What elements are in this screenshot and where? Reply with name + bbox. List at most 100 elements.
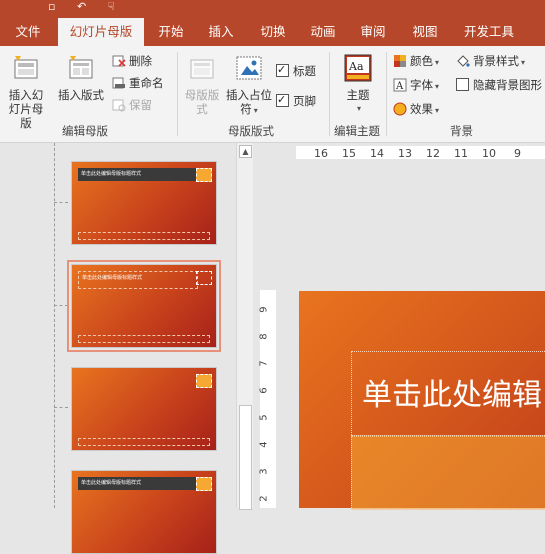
- master-layout-label: 母版版式: [184, 88, 220, 116]
- checkbox-unchecked-icon: [456, 78, 469, 91]
- chevron-down-icon: ▾: [521, 58, 526, 67]
- delete-icon: [112, 55, 126, 67]
- title-placeholder[interactable]: 单击此处编辑: [351, 351, 545, 437]
- ruler-mark: 9: [258, 306, 270, 313]
- rename-icon: [112, 77, 125, 89]
- horizontal-ruler: 16 15 14 13 12 11 10 9: [256, 143, 545, 161]
- group-divider: [177, 52, 178, 136]
- insert-slide-master-label: 插入幻灯片母版: [8, 88, 44, 130]
- thumbnail-footer: [78, 232, 210, 240]
- tab-home[interactable]: 开始: [154, 18, 188, 46]
- fonts-icon: A: [393, 78, 407, 92]
- tab-file[interactable]: 文件: [10, 18, 46, 46]
- insert-layout-icon: [69, 56, 93, 79]
- hierarchy-connector: [54, 143, 55, 508]
- content-placeholder[interactable]: [351, 435, 545, 510]
- thumbnail-caption: 单击此处编辑母版标题样式: [81, 171, 142, 177]
- thumbnail-title-bar: 单击此处编辑母版标题样式: [78, 168, 196, 181]
- slide-thumbnail[interactable]: 单击此处编辑母版标题样式: [71, 470, 217, 554]
- scroll-up-icon[interactable]: ▲: [239, 145, 252, 158]
- delete-label: 删除: [129, 54, 152, 68]
- thumbnail-scrollbar[interactable]: ▲: [236, 143, 253, 510]
- themes-label: 主题: [346, 88, 370, 102]
- scrollbar-thumb[interactable]: [239, 405, 252, 510]
- insert-slide-master-button[interactable]: 插入幻灯片母版: [4, 54, 48, 130]
- tab-review[interactable]: 审阅: [356, 18, 390, 46]
- master-layout-button[interactable]: 母版版式: [184, 54, 220, 116]
- thumbnail-caption: 单击此处编辑母版标题样式: [81, 480, 142, 486]
- title-bar: ▫ ↶ ☟: [0, 0, 545, 18]
- thumbnail-footer: [78, 335, 210, 343]
- ruler-mark: 8: [258, 333, 270, 340]
- insert-placeholder-label: 插入占位符: [226, 88, 272, 116]
- ruler-mark: 14: [370, 147, 384, 160]
- hierarchy-connector: [54, 407, 68, 408]
- ruler-mark: 16: [314, 147, 328, 160]
- thumbnail-tag: [196, 477, 212, 491]
- fonts-button[interactable]: A 字体 ▾: [393, 76, 439, 94]
- footer-checkbox-label: 页脚: [293, 94, 316, 108]
- tab-developer[interactable]: 开发工具: [458, 18, 520, 46]
- tab-transitions[interactable]: 切换: [256, 18, 290, 46]
- ruler-mark: 15: [342, 147, 356, 160]
- effects-label: 效果: [410, 102, 433, 116]
- slide-thumbnail-selected[interactable]: 单击此处编辑母版标题样式: [67, 260, 221, 352]
- ruler-mark: 6: [258, 387, 270, 394]
- chevron-down-icon: ▾: [253, 106, 258, 115]
- thumbnail-footer: [78, 438, 210, 446]
- chevron-down-icon: ▾: [356, 104, 361, 113]
- undo-icon[interactable]: ↶: [77, 0, 86, 13]
- checkbox-checked-icon: [276, 91, 289, 109]
- preserve-button[interactable]: 保留: [112, 96, 152, 114]
- group-divider: [329, 52, 330, 136]
- group-label-master-layout: 母版版式: [228, 124, 274, 138]
- group-divider: [386, 52, 387, 136]
- chevron-down-icon: ▾: [435, 82, 440, 91]
- tab-animations[interactable]: 动画: [306, 18, 340, 46]
- master-layout-icon: [190, 59, 214, 79]
- title-checkbox[interactable]: 标题: [276, 61, 316, 80]
- ruler-mark: 11: [454, 147, 468, 160]
- background-styles-button[interactable]: 背景样式 ▾: [456, 52, 525, 70]
- tab-view[interactable]: 视图: [408, 18, 442, 46]
- themes-button[interactable]: Aa 主题 ▾: [338, 54, 378, 116]
- ruler-mark: 5: [258, 414, 270, 421]
- thumbnail-title-box: 单击此处编辑母版标题样式: [78, 271, 198, 289]
- ruler-mark: 7: [258, 360, 270, 367]
- tab-slide-master[interactable]: 幻灯片母版: [58, 18, 144, 46]
- thumbnail-title-bar: 单击此处编辑母版标题样式: [78, 477, 196, 490]
- title-placeholder-text: 单击此处编辑: [362, 378, 542, 413]
- delete-button[interactable]: 删除: [112, 52, 152, 70]
- ruler-mark: 10: [482, 147, 496, 160]
- colors-button[interactable]: 颜色 ▾: [393, 52, 439, 70]
- group-label-edit-theme: 编辑主题: [334, 124, 380, 138]
- paint-bucket-icon: [457, 55, 470, 67]
- fonts-label: 字体: [410, 78, 433, 92]
- theme-icon: Aa: [344, 54, 372, 82]
- colors-label: 颜色: [410, 54, 433, 68]
- insert-layout-button[interactable]: 插入版式: [56, 54, 106, 102]
- group-label-background: 背景: [450, 124, 473, 138]
- thumbnail-tag: [196, 374, 212, 388]
- hide-background-label: 隐藏背景图形: [473, 78, 542, 92]
- thumbnail-caption: 单击此处编辑母版标题样式: [82, 275, 143, 281]
- thumbnail-tag: [196, 271, 212, 285]
- tab-insert[interactable]: 插入: [204, 18, 238, 46]
- group-label-edit-master: 编辑母版: [62, 124, 108, 138]
- save-icon[interactable]: ▫: [48, 0, 55, 13]
- slide-thumbnail[interactable]: [71, 367, 217, 451]
- insert-layout-label: 插入版式: [58, 88, 104, 102]
- footer-checkbox[interactable]: 页脚: [276, 91, 316, 110]
- slide-thumbnail[interactable]: 单击此处编辑母版标题样式: [71, 161, 217, 245]
- ruler-mark: 9: [514, 147, 521, 160]
- chevron-down-icon: ▾: [435, 106, 440, 115]
- effects-button[interactable]: 效果 ▾: [393, 100, 439, 118]
- rename-button[interactable]: 重命名: [112, 74, 164, 92]
- slide-canvas[interactable]: 单击此处编辑: [299, 291, 545, 510]
- ruler-mark: 12: [426, 147, 440, 160]
- insert-slide-master-icon: [14, 56, 38, 79]
- insert-placeholder-button[interactable]: 插入占位符 ▾: [226, 54, 272, 118]
- touch-mode-icon[interactable]: ☟: [108, 0, 115, 13]
- checkbox-checked-icon: [276, 61, 289, 79]
- hide-background-checkbox[interactable]: 隐藏背景图形: [456, 76, 542, 94]
